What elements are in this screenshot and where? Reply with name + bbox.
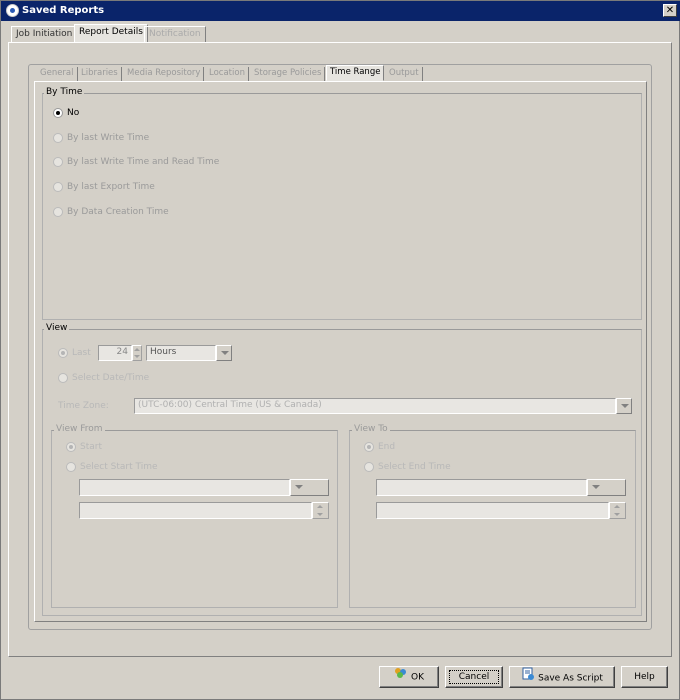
end-date-dropdown-icon[interactable] bbox=[587, 479, 626, 496]
timezone-select[interactable]: (UTC-06:00) Central Time (US & Canada) bbox=[134, 398, 616, 414]
radio-start[interactable] bbox=[66, 442, 76, 452]
end-time-input[interactable] bbox=[376, 502, 609, 519]
title-bar: Saved Reports ✕ bbox=[1, 1, 680, 21]
save-as-script-label: Save As Script bbox=[538, 673, 603, 684]
view-from-label: View From bbox=[54, 424, 105, 434]
radio-last-write-read-time[interactable] bbox=[53, 157, 63, 167]
start-time-input[interactable] bbox=[79, 502, 312, 519]
radio-last-export-time-label: By last Export Time bbox=[67, 182, 155, 192]
timezone-dropdown-icon[interactable] bbox=[616, 398, 632, 414]
tab-notification[interactable]: Notification bbox=[144, 26, 206, 42]
tab-job-initiation[interactable]: Job Initiation bbox=[11, 26, 78, 42]
close-icon[interactable]: ✕ bbox=[663, 4, 677, 17]
view-to-group bbox=[349, 430, 636, 608]
inner-tab-general[interactable]: General bbox=[37, 67, 78, 81]
radio-select-end-time-label: Select End Time bbox=[378, 462, 451, 472]
radio-last-write-time[interactable] bbox=[53, 133, 63, 143]
saved-reports-window: Saved Reports ✕ Job Initiation Report De… bbox=[0, 0, 680, 700]
unit-select[interactable]: Hours bbox=[146, 345, 216, 361]
radio-end[interactable] bbox=[364, 442, 374, 452]
unit-dropdown-icon[interactable] bbox=[216, 345, 232, 361]
cancel-button[interactable]: Cancel bbox=[445, 666, 503, 688]
last-value-spinner[interactable] bbox=[132, 345, 142, 361]
radio-select-end-time[interactable] bbox=[364, 462, 374, 472]
ok-label: OK bbox=[411, 672, 424, 683]
radio-no[interactable] bbox=[53, 108, 63, 118]
radio-last-write-read-time-label: By last Write Time and Read Time bbox=[67, 157, 220, 167]
radio-data-creation-time-label: By Data Creation Time bbox=[67, 207, 169, 217]
save-as-script-button[interactable]: Save As Script bbox=[509, 666, 615, 688]
window-title: Saved Reports bbox=[22, 5, 105, 16]
ok-button[interactable]: OK bbox=[379, 666, 439, 688]
start-date-select[interactable] bbox=[79, 479, 290, 496]
radio-start-label: Start bbox=[80, 442, 102, 452]
radio-last[interactable] bbox=[58, 348, 68, 358]
inner-tab-output[interactable]: Output bbox=[386, 67, 423, 81]
view-to-label: View To bbox=[352, 424, 390, 434]
radio-select-start-time-label: Select Start Time bbox=[80, 462, 158, 472]
radio-data-creation-time[interactable] bbox=[53, 207, 63, 217]
radio-select-start-time[interactable] bbox=[66, 462, 76, 472]
last-value-input[interactable]: 24 bbox=[98, 345, 132, 361]
radio-last-write-time-label: By last Write Time bbox=[67, 133, 150, 143]
end-time-spinner[interactable] bbox=[609, 502, 626, 519]
inner-tab-time-range[interactable]: Time Range bbox=[326, 65, 385, 81]
app-icon bbox=[6, 4, 19, 17]
inner-tab-media-repository[interactable]: Media Repository bbox=[124, 67, 205, 81]
by-time-label: By Time bbox=[44, 87, 85, 97]
timezone-label: Time Zone: bbox=[58, 401, 109, 411]
tab-report-details[interactable]: Report Details bbox=[74, 24, 148, 42]
start-date-dropdown-icon[interactable] bbox=[290, 479, 329, 496]
view-from-group bbox=[51, 430, 338, 608]
users-ok-icon bbox=[394, 667, 408, 687]
view-label: View bbox=[44, 323, 70, 333]
help-label: Help bbox=[634, 672, 655, 682]
radio-no-label: No bbox=[67, 108, 80, 118]
end-date-select[interactable] bbox=[376, 479, 587, 496]
inner-tab-location[interactable]: Location bbox=[206, 67, 249, 81]
start-time-spinner[interactable] bbox=[312, 502, 329, 519]
radio-last-label: Last bbox=[72, 348, 91, 358]
radio-select-datetime[interactable] bbox=[58, 373, 68, 383]
inner-tab-libraries[interactable]: Libraries bbox=[78, 67, 122, 81]
radio-select-datetime-label: Select Date/Time bbox=[72, 373, 150, 383]
script-save-icon bbox=[521, 667, 535, 689]
inner-tab-storage-policies[interactable]: Storage Policies bbox=[251, 67, 326, 81]
radio-last-export-time[interactable] bbox=[53, 182, 63, 192]
help-button[interactable]: Help bbox=[621, 666, 668, 688]
radio-end-label: End bbox=[378, 442, 396, 452]
